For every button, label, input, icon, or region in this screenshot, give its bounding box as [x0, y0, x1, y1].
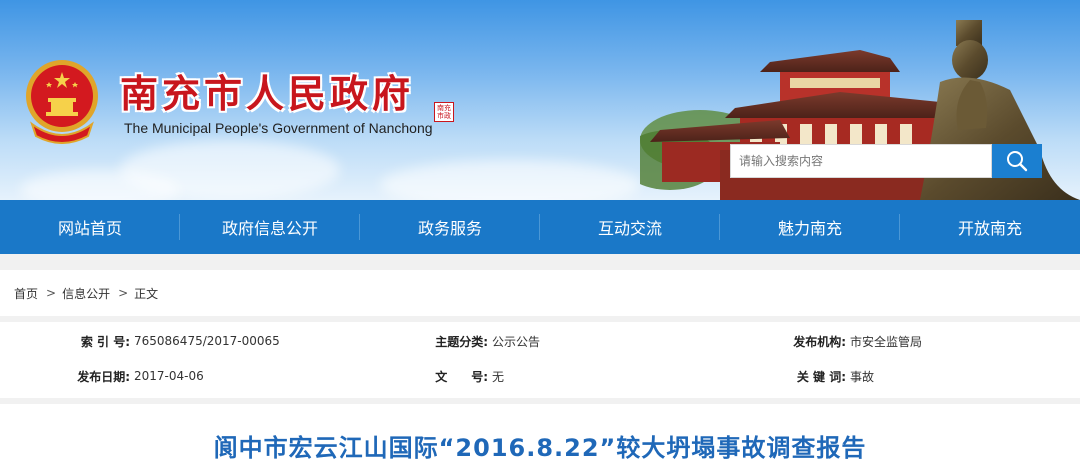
breadcrumb-separator: >: [118, 286, 129, 300]
meta-keywords-value: 事故: [850, 369, 875, 384]
breadcrumb: 首页 > 信息公开 > 正文: [0, 270, 1080, 316]
meta-index: 索 引 号: 765086475/2017-00065: [60, 332, 280, 350]
meta-category: 主题分类: 公示公告: [418, 332, 540, 350]
search-button[interactable]: [992, 144, 1042, 178]
search-icon: [1007, 151, 1028, 172]
search-box: [730, 144, 992, 178]
cloud-decoration: [380, 160, 640, 200]
meta-docno-value: 无: [492, 369, 505, 384]
meta-index-value: 765086475/2017-00065: [134, 334, 280, 348]
meta-publisher-label: 发布机构:: [793, 334, 846, 349]
national-emblem-icon: [26, 60, 98, 144]
article-title: 阆中市宏云江山国际“2016.8.22”较大坍塌事故调查报告: [213, 434, 867, 462]
meta-date: 发布日期: 2017-04-06: [60, 367, 204, 385]
search-input[interactable]: [731, 145, 991, 177]
meta-date-value: 2017-04-06: [134, 369, 204, 383]
breadcrumb-current: 正文: [134, 286, 159, 301]
meta-keywords-label: 关 键 词:: [796, 369, 846, 384]
site-title: 南充市人民政府: [120, 71, 415, 116]
seal-stamp: 南充 市政: [434, 102, 454, 122]
meta-docno: 文 号: 无: [418, 367, 504, 385]
document-metadata: 索 引 号: 765086475/2017-00065 主题分类: 公示公告 发…: [0, 322, 1080, 398]
article-container: 阆中市宏云江山国际“2016.8.22”较大坍塌事故调查报告: [0, 404, 1080, 475]
meta-docno-label: 文 号:: [435, 369, 488, 384]
nav-item-home[interactable]: 网站首页: [0, 200, 180, 254]
main-nav: 网站首页 政府信息公开 政务服务 互动交流 魅力南充 开放南充: [0, 200, 1080, 254]
breadcrumb-info-public[interactable]: 信息公开: [62, 285, 110, 302]
site-subtitle: The Municipal People's Government of Nan…: [124, 120, 433, 136]
nav-item-gov-services[interactable]: 政务服务: [360, 200, 540, 254]
meta-publisher-value: 市安全监管局: [850, 334, 923, 349]
nav-item-gov-info[interactable]: 政府信息公开: [180, 200, 360, 254]
meta-keywords: 关 键 词: 事故: [776, 367, 874, 385]
nav-item-interaction[interactable]: 互动交流: [540, 200, 720, 254]
nav-item-charm-nanchong[interactable]: 魅力南充: [720, 200, 900, 254]
meta-category-label: 主题分类:: [435, 334, 488, 349]
breadcrumb-separator: >: [46, 286, 57, 300]
meta-date-label: 发布日期:: [77, 369, 130, 384]
breadcrumb-home[interactable]: 首页: [14, 285, 38, 302]
nav-item-open-nanchong[interactable]: 开放南充: [900, 200, 1080, 254]
meta-index-label: 索 引 号:: [80, 334, 130, 349]
meta-category-value: 公示公告: [492, 334, 541, 349]
meta-publisher: 发布机构: 市安全监管局: [776, 332, 922, 350]
